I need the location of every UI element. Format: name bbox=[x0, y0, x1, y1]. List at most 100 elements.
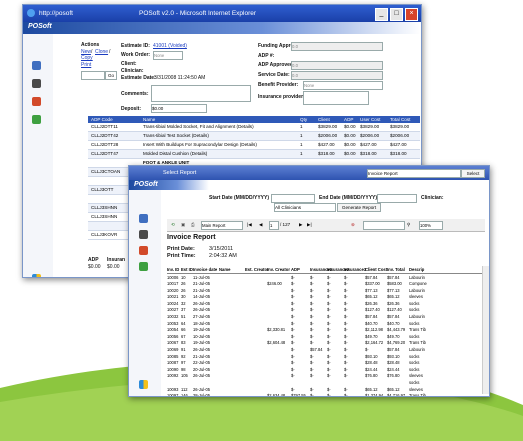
report-row: 10006 10 11-Jul-05 $- $- $- $- $57.84 $57.84 Labo… bbox=[167, 274, 487, 281]
work-order-label: Work Order: bbox=[121, 52, 151, 58]
report-scrollbar[interactable] bbox=[482, 266, 489, 394]
cell-code: CLLJ2DTT11 bbox=[91, 124, 118, 129]
col-name: Name bbox=[143, 117, 156, 122]
report-cell: 10056 bbox=[167, 333, 179, 339]
report-cell: $- bbox=[310, 393, 314, 397]
go-input[interactable] bbox=[81, 71, 105, 80]
report-cell: $- bbox=[291, 281, 295, 287]
users-icon[interactable] bbox=[139, 214, 148, 223]
report-cell: $65.12 bbox=[387, 386, 400, 392]
work-order-select[interactable]: None bbox=[153, 51, 183, 60]
report-cell: 10090 bbox=[167, 366, 179, 372]
report-cell: $- bbox=[310, 340, 314, 346]
report-cell: 26 bbox=[181, 281, 186, 287]
first-page-icon[interactable]: |◀ bbox=[247, 221, 252, 228]
report-cell: 10020 bbox=[167, 287, 179, 293]
next-page-icon[interactable]: ▶ bbox=[299, 221, 303, 228]
report-cell: $- bbox=[291, 340, 295, 346]
insurance-providers-list[interactable] bbox=[303, 91, 369, 105]
stop-icon[interactable]: ⊗ bbox=[351, 221, 355, 228]
report-cell: $57.84 bbox=[310, 347, 323, 353]
close-button[interactable]: × bbox=[405, 8, 418, 21]
report-icon[interactable] bbox=[32, 97, 41, 106]
table-row[interactable]: CLLJ2DTT11 Trans-tibial Molded Socket, Fi… bbox=[88, 123, 420, 132]
export-icon[interactable]: ⟲ bbox=[171, 221, 175, 228]
report-cell: 26-Jul-05 bbox=[193, 307, 211, 313]
col-adp-code: ADP Code bbox=[91, 117, 113, 122]
select-button[interactable]: Select bbox=[461, 169, 485, 178]
prev-page-icon[interactable]: ◀ bbox=[259, 221, 263, 228]
generate-report-button[interactable]: Generate Report bbox=[337, 203, 381, 212]
report-row: 10069 91 26-Jul-05 $- $57.84 $- $- $- $57.84 Labo… bbox=[167, 347, 487, 354]
report-cell: $- bbox=[291, 300, 295, 306]
table-row[interactable]: CLLJ2DTT28 Insert With Buildups For Supra… bbox=[88, 141, 420, 150]
clinician-select[interactable]: All Clinicians bbox=[274, 203, 336, 212]
report-cell: $- bbox=[327, 314, 331, 320]
funding-approved-input[interactable]: 0.0 bbox=[291, 42, 383, 51]
report-select[interactable]: Invoice Report bbox=[367, 169, 461, 178]
report-cell: 105 bbox=[181, 373, 188, 379]
adp-total-value: $0.00 bbox=[88, 264, 101, 270]
start-date-input[interactable] bbox=[271, 194, 315, 203]
cell-adp: $0.00 bbox=[344, 133, 356, 138]
report-cell: $- bbox=[327, 333, 331, 339]
report-cell: 10024 bbox=[167, 300, 179, 306]
report-row: 10053 64 18-Jul-05 $- $- $- $- $40.70 $40.70 sock… bbox=[167, 320, 487, 327]
report-cell: $- bbox=[291, 274, 295, 280]
app-icon bbox=[32, 274, 41, 277]
report-col: ADP bbox=[291, 266, 300, 272]
page-input[interactable]: 1 bbox=[269, 221, 279, 230]
service-date-input[interactable]: 0.0 bbox=[291, 71, 383, 80]
report-cell: $- bbox=[344, 320, 348, 326]
col-qty: Qty bbox=[300, 117, 308, 122]
clone-link[interactable]: Clone bbox=[95, 49, 108, 55]
report-cell: $24.44 bbox=[365, 366, 378, 372]
cell-total: $318.00 bbox=[390, 151, 407, 156]
zoom-select[interactable]: 100% bbox=[419, 221, 443, 230]
comments-label: Comments: bbox=[121, 91, 149, 97]
edit-icon[interactable] bbox=[139, 262, 148, 271]
minimize-button[interactable]: _ bbox=[375, 8, 388, 21]
tools-icon[interactable] bbox=[139, 230, 148, 239]
tools-icon[interactable] bbox=[32, 79, 41, 88]
adp-approved-date-input[interactable]: 0.0 bbox=[291, 61, 383, 70]
find-input[interactable] bbox=[363, 221, 405, 230]
report-cell: $- bbox=[344, 340, 348, 346]
cell-code: CLLJ3OTT bbox=[91, 187, 114, 192]
deposit-input[interactable]: $0.00 bbox=[151, 104, 207, 113]
users-icon[interactable] bbox=[32, 61, 41, 70]
comments-textarea[interactable] bbox=[151, 85, 251, 102]
report-cell: $57.84 bbox=[365, 274, 378, 280]
edit-icon[interactable] bbox=[32, 115, 41, 124]
save-icon[interactable]: ▣ bbox=[181, 221, 185, 228]
report-cell: $76.80 bbox=[365, 373, 378, 379]
report-cell: $40.70 bbox=[365, 320, 378, 326]
estimate-id-value[interactable]: 41001 (Voided) bbox=[153, 43, 187, 49]
last-page-icon[interactable]: ▶| bbox=[307, 221, 312, 228]
report-cell: $- bbox=[344, 327, 348, 333]
report-cell: 19-Jul-05 bbox=[193, 340, 211, 346]
maximize-button[interactable]: □ bbox=[390, 8, 403, 21]
report-cell: $2,330.81 bbox=[267, 327, 286, 333]
report-cell: $- bbox=[291, 314, 295, 320]
main-report-select[interactable]: Main Report bbox=[201, 221, 243, 230]
print-icon[interactable]: ⎙ bbox=[191, 221, 195, 228]
table-row[interactable]: CLLJ2DTT42 Trans-tibial Test Socket (Deta… bbox=[88, 132, 420, 141]
report-cell: Labourin bbox=[409, 347, 425, 353]
print-link[interactable]: Print bbox=[81, 62, 91, 68]
adp-total-label: ADP bbox=[88, 257, 99, 263]
report-cell: $- bbox=[291, 333, 295, 339]
report-cell: $- bbox=[344, 294, 348, 300]
table-row[interactable]: CLLJ2DTT47 Molded Distal Cushion (Details… bbox=[88, 150, 420, 159]
end-date-input[interactable] bbox=[377, 194, 417, 203]
go-button[interactable]: Go bbox=[105, 71, 117, 80]
copy-link[interactable]: Copy bbox=[81, 55, 93, 61]
insurance-total-label: Insuran bbox=[107, 257, 126, 263]
binoculars-icon[interactable]: ⚲ bbox=[407, 221, 410, 228]
report-icon[interactable] bbox=[139, 246, 148, 255]
report-cell: 97 bbox=[181, 360, 186, 366]
report-cell: $127.40 bbox=[365, 307, 380, 313]
benefit-provider-select[interactable]: None bbox=[303, 81, 383, 90]
report-cell: $- bbox=[344, 353, 348, 359]
report-cell: $- bbox=[291, 366, 295, 372]
